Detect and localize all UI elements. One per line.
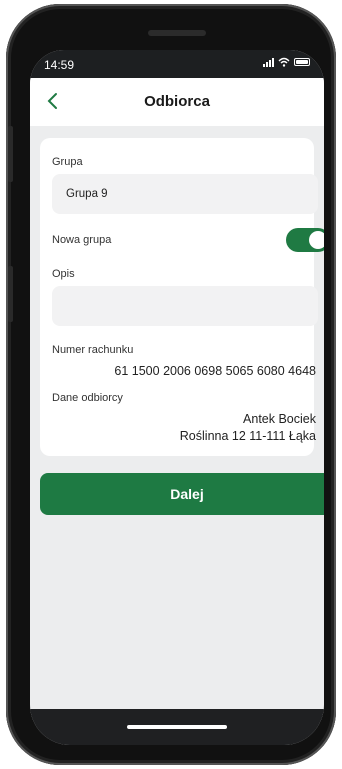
description-field[interactable] xyxy=(52,286,318,326)
home-indicator-area xyxy=(30,709,324,745)
group-label: Grupa xyxy=(52,156,83,168)
status-time: 14:59 xyxy=(44,58,75,72)
battery-icon xyxy=(294,58,310,66)
signal-icon xyxy=(263,57,274,67)
account-number-value: 61 1500 2006 0698 5065 6080 4648 xyxy=(114,364,316,378)
recipient-form-card: Grupa Grupa 9 Nowa grupa Opis Numer rach… xyxy=(40,138,324,456)
new-group-toggle[interactable] xyxy=(286,228,324,252)
app-header: Odbiorca xyxy=(30,78,324,126)
volume-down-button xyxy=(8,266,13,322)
account-number-label: Numer rachunku xyxy=(52,344,134,356)
status-icons xyxy=(263,57,310,67)
wifi-icon xyxy=(278,57,290,67)
home-indicator[interactable] xyxy=(127,725,227,729)
page-title: Odbiorca xyxy=(144,93,210,110)
new-group-label: Nowa grupa xyxy=(52,234,112,246)
group-field[interactable]: Grupa 9 xyxy=(52,174,318,214)
toggle-knob xyxy=(309,231,324,249)
recipient-data-label: Dane odbiorcy xyxy=(52,392,123,404)
speaker-grille xyxy=(148,30,206,36)
volume-up-button xyxy=(8,126,13,182)
app-screen: 14:59 Odbiorca Grupa Grupa 9 Nowa grupa … xyxy=(30,50,324,745)
phone-frame: 14:59 Odbiorca Grupa Grupa 9 Nowa grupa … xyxy=(6,4,336,765)
recipient-name: Antek Bociek xyxy=(243,412,316,426)
recipient-address: Roślinna 12 11-111 Łąka xyxy=(179,429,316,443)
next-button[interactable]: Dalej xyxy=(40,473,324,515)
status-bar: 14:59 xyxy=(30,50,324,78)
description-label: Opis xyxy=(52,268,75,280)
